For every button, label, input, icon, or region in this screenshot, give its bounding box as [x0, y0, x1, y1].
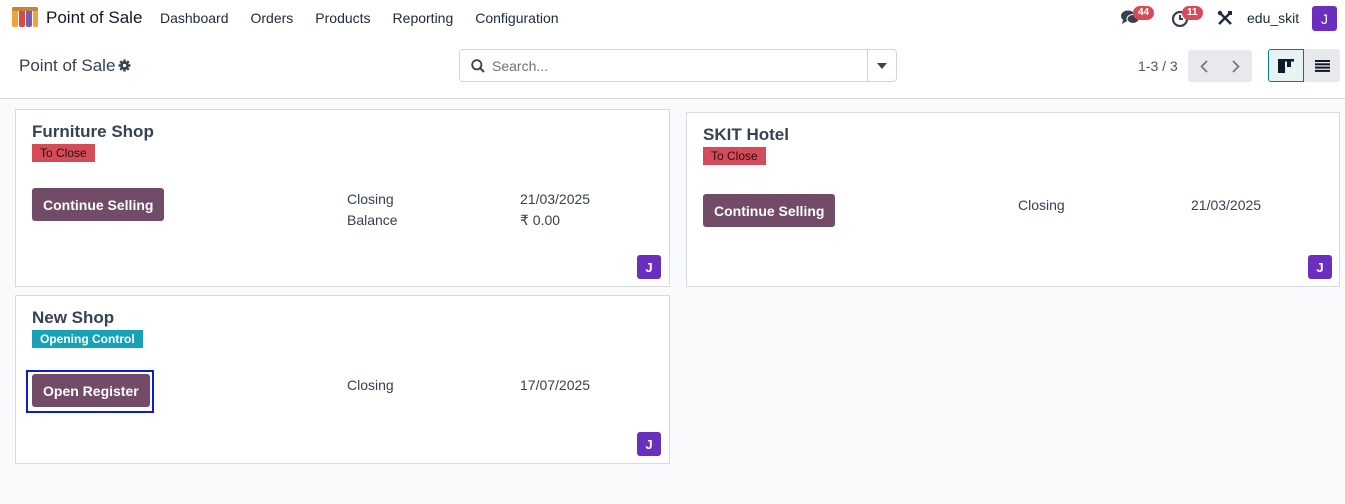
user-name[interactable]: edu_skit	[1247, 10, 1299, 26]
closing-label: Closing	[347, 377, 394, 393]
menu-dashboard[interactable]: Dashboard	[160, 10, 229, 26]
pos-card-skit-hotel[interactable]: SKIT Hotel To Close Continue Selling Clo…	[686, 112, 1340, 287]
list-icon	[1314, 59, 1330, 72]
menu-products[interactable]: Products	[315, 10, 370, 26]
chevron-right-icon	[1232, 59, 1240, 73]
status-badge: To Close	[32, 144, 95, 162]
status-badge: Opening Control	[32, 330, 143, 348]
closing-label: Closing	[1018, 197, 1065, 213]
main-menu: Dashboard Orders Products Reporting Conf…	[160, 0, 581, 36]
search-icon	[471, 59, 485, 73]
messages-button[interactable]: 44	[1120, 0, 1156, 36]
status-badge: To Close	[703, 147, 766, 165]
menu-reporting[interactable]: Reporting	[393, 10, 454, 26]
search-options-toggle[interactable]	[867, 49, 897, 82]
card-title: New Shop	[32, 308, 115, 327]
gear-icon[interactable]	[118, 59, 131, 72]
balance-value: ₹ 0.00	[520, 212, 561, 228]
messages-count-badge: 44	[1133, 6, 1155, 20]
pos-card-furniture-shop[interactable]: Furniture Shop To Close Continue Selling…	[15, 109, 670, 287]
search-box	[459, 49, 868, 82]
pos-card-new-shop[interactable]: New Shop Opening Control Open Register C…	[15, 295, 670, 464]
caret-down-icon	[877, 62, 887, 69]
continue-selling-button[interactable]: Continue Selling	[32, 188, 165, 221]
search-input[interactable]	[492, 56, 852, 76]
tools-icon[interactable]	[1217, 10, 1233, 26]
control-panel: Point of Sale 1-3 / 3	[0, 36, 1345, 99]
pager-previous-button[interactable]	[1188, 50, 1220, 82]
user-avatar[interactable]: J	[1312, 6, 1337, 31]
pager-value[interactable]: 1-3 / 3	[1138, 58, 1178, 74]
closing-date: 21/03/2025	[1191, 197, 1262, 213]
closing-date: 17/07/2025	[520, 377, 591, 393]
responsible-avatar[interactable]: J	[637, 255, 661, 279]
menu-orders[interactable]: Orders	[251, 10, 294, 26]
continue-selling-button[interactable]: Continue Selling	[703, 194, 836, 227]
list-view-button[interactable]	[1304, 49, 1340, 82]
responsible-avatar[interactable]: J	[1308, 255, 1332, 279]
app-name[interactable]: Point of Sale	[46, 8, 142, 28]
open-register-button[interactable]: Open Register	[32, 374, 150, 407]
activities-count-badge: 11	[1182, 6, 1203, 20]
closing-label: Closing	[347, 191, 394, 207]
top-navbar: Point of Sale Dashboard Orders Products …	[0, 0, 1345, 36]
pager-next-button[interactable]	[1220, 50, 1252, 82]
closing-date: 21/03/2025	[520, 191, 591, 207]
card-title: Furniture Shop	[32, 122, 154, 141]
card-title: SKIT Hotel	[703, 125, 789, 144]
kanban-view-button[interactable]	[1268, 49, 1304, 82]
responsible-avatar[interactable]: J	[637, 432, 661, 456]
balance-label: Balance	[347, 212, 398, 228]
activities-button[interactable]: 11	[1171, 0, 1207, 36]
kanban-icon	[1278, 58, 1294, 73]
page-title: Point of Sale	[19, 56, 116, 75]
chevron-left-icon	[1200, 59, 1208, 73]
menu-configuration[interactable]: Configuration	[475, 10, 558, 26]
pos-app-icon[interactable]	[12, 7, 38, 29]
